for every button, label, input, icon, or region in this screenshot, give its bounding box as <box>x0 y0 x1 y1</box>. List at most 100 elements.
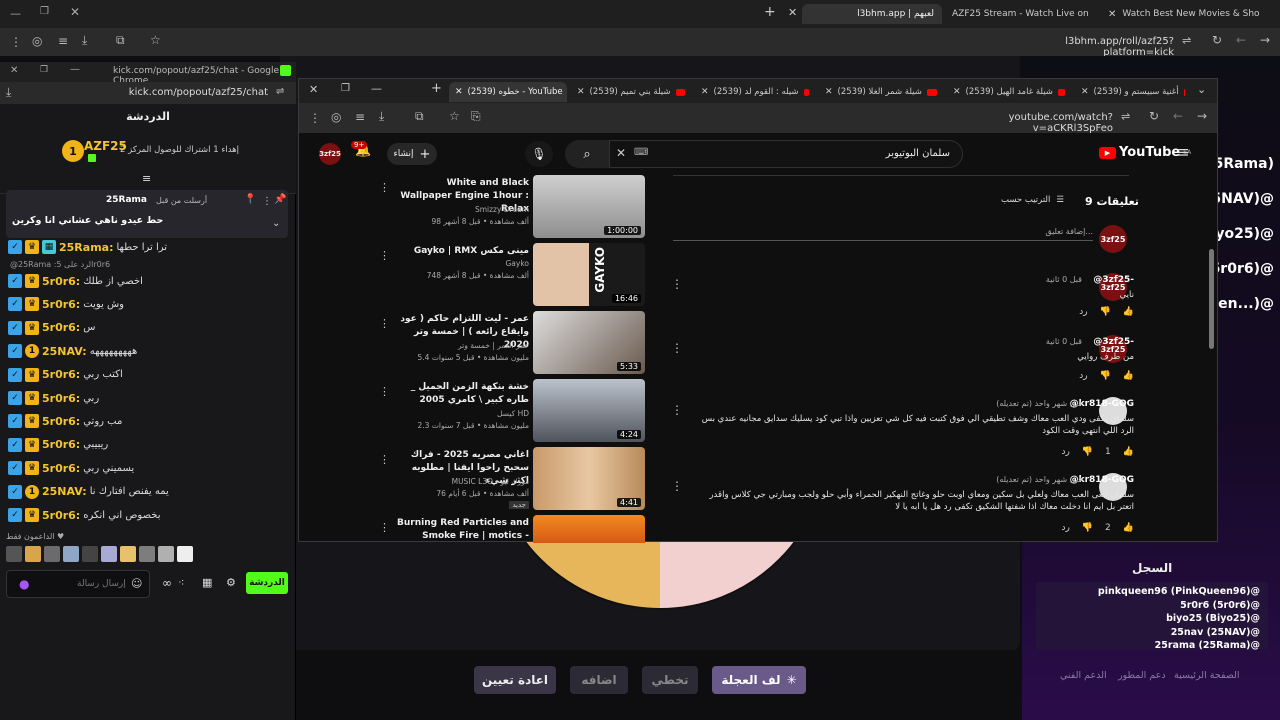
avatar[interactable] <box>6 546 22 562</box>
chat-username[interactable]: 25Rama: <box>59 241 113 254</box>
avatar[interactable] <box>63 546 79 562</box>
infinity-icon[interactable]: ∞ <box>162 576 172 590</box>
video-channel[interactable]: Gayko <box>393 259 529 268</box>
footer-tech-support-link[interactable]: الدعم الفني <box>1060 670 1107 681</box>
new-tab-icon[interactable]: + <box>764 4 776 20</box>
video-thumbnail[interactable]: 4:24 <box>533 379 645 442</box>
more-icon[interactable]: ⋮ <box>671 479 683 493</box>
extensions-icon[interactable]: ⧉ <box>116 33 125 48</box>
chat-address[interactable]: kick.com/popout/azf25/chat <box>120 87 268 98</box>
chat-username[interactable]: 5r0r6: <box>42 275 80 288</box>
dislike-icon[interactable]: 👎 <box>1100 371 1111 381</box>
comment-author[interactable]: @kr818-GOG <box>1070 475 1134 485</box>
site-settings-icon[interactable]: ⇌ <box>1182 34 1191 47</box>
avatar[interactable] <box>158 546 174 562</box>
download-icon[interactable]: ⤓ <box>379 109 384 124</box>
comment-author[interactable]: @kr818-GOG <box>1070 399 1134 409</box>
store-icon[interactable]: ▦ <box>202 576 212 589</box>
reply-button[interactable]: رد <box>1061 447 1069 457</box>
chevron-down-icon[interactable]: ⌄ <box>272 218 280 229</box>
rec-video[interactable]: GAYKO 16:46 Gayko | RMX مينى مكس Gayko 7… <box>299 243 669 309</box>
tab-l3bhm[interactable]: l3bhm.app | لعبهم <box>802 4 942 24</box>
site-settings-icon[interactable]: ⇌ <box>276 86 284 97</box>
avatar[interactable]: 3zf25 <box>1099 225 1127 253</box>
reply-button[interactable]: رد <box>1079 371 1087 381</box>
tab-movies[interactable]: ✕ Watch Best New Movies & Sho <box>1100 4 1265 24</box>
back-icon[interactable]: → <box>1197 109 1207 123</box>
window-restore-icon[interactable]: ❐ <box>341 83 350 94</box>
chat-username[interactable]: 5r0r6: <box>42 368 80 381</box>
site-settings-icon[interactable]: ⇌ <box>1121 110 1130 123</box>
window-restore-icon[interactable]: ❐ <box>40 65 48 75</box>
window-minimize-icon[interactable]: — <box>371 82 382 95</box>
gear-icon[interactable]: ⚙ <box>226 576 236 589</box>
bg-address-bar[interactable]: l3bhm.app/roll/azf25?platform=kick <box>1010 36 1174 58</box>
bookmark-star-icon[interactable]: ☆ <box>449 109 460 123</box>
window-restore-icon[interactable]: ❐ <box>40 6 49 17</box>
comment-author[interactable]: @3zf25- <box>1093 337 1134 347</box>
tab-close-icon[interactable]: ✕ <box>953 87 961 97</box>
yt-tab[interactable]: ✕ (2539) شيلة شمر الغلا <box>819 82 943 102</box>
reload-icon[interactable]: ↻ <box>1212 33 1222 47</box>
more-icon[interactable]: ⋮ <box>379 317 390 330</box>
like-icon[interactable]: 👍 <box>1123 307 1134 317</box>
video-thumbnail[interactable] <box>533 515 645 543</box>
footer-home-link[interactable]: الصفحة الرئيسية <box>1174 670 1240 681</box>
tab-share-icon[interactable]: ⎘ <box>471 109 481 124</box>
more-icon[interactable]: ⋮ <box>671 403 683 417</box>
add-button[interactable]: اضافه <box>570 666 628 694</box>
reply-button[interactable]: رد <box>1079 307 1087 317</box>
avatar[interactable] <box>44 546 60 562</box>
clear-search-icon[interactable]: ✕ <box>616 146 626 160</box>
download-icon[interactable]: ⤓ <box>82 33 87 48</box>
video-title[interactable]: Gayko | RMX مينى مكس <box>393 245 529 258</box>
video-channel[interactable]: MUSIC L3O - موزك ليو <box>393 477 529 486</box>
emoji-icon[interactable]: ☺ <box>131 577 142 590</box>
search-icon[interactable]: ⌕ <box>565 140 609 168</box>
menu-dots-icon[interactable]: ⋮ <box>10 35 22 49</box>
video-channel[interactable]: كيسل HD <box>393 409 529 418</box>
account-icon[interactable]: ◎ <box>32 34 42 48</box>
video-channel[interactable]: عمر العمر | خمسة وتر <box>393 341 529 350</box>
avatar[interactable] <box>120 546 136 562</box>
avatar[interactable] <box>82 546 98 562</box>
account-icon[interactable]: ◎ <box>331 110 341 124</box>
like-icon[interactable]: 👍 <box>1123 447 1134 457</box>
account-avatar[interactable]: 3zf25 <box>319 143 341 165</box>
video-title[interactable]: Burning Red Particles and Smoke Fire | m… <box>393 517 529 543</box>
avatar[interactable] <box>1099 473 1127 501</box>
more-icon[interactable]: ⋮ <box>379 385 390 398</box>
dislike-icon[interactable]: 👎 <box>1100 307 1111 317</box>
voice-search-icon[interactable]: 🎙 <box>525 141 553 167</box>
skip-button[interactable]: تخطي <box>642 666 698 694</box>
video-thumbnail[interactable]: 1:00:00 <box>533 175 645 238</box>
yt-tab[interactable]: ✕ (2539) شيله : القوم لد <box>695 82 815 102</box>
scrollbar-thumb[interactable] <box>1209 249 1214 349</box>
new-tab-icon[interactable]: + <box>431 81 442 96</box>
more-icon[interactable]: ⋮ <box>671 277 683 291</box>
dislike-icon[interactable]: 👎 <box>1082 523 1093 533</box>
avatar[interactable] <box>1099 397 1127 425</box>
tab-close-icon[interactable]: ✕ <box>788 6 797 19</box>
reply-button[interactable]: رد <box>1061 523 1069 533</box>
tab-close-icon[interactable]: ✕ <box>825 87 833 97</box>
reload-icon[interactable]: ↻ <box>1149 109 1159 123</box>
video-thumbnail[interactable]: 4:41 <box>533 447 645 510</box>
window-close-icon[interactable]: ✕ <box>70 5 80 19</box>
avatar[interactable] <box>139 546 155 562</box>
yt-tab[interactable]: ✕ (2539) شيلة غامد الهيل <box>947 82 1071 102</box>
forward-icon[interactable]: ← <box>1236 33 1246 47</box>
create-button[interactable]: إنشاء + <box>387 143 437 165</box>
cast-icon[interactable]: ≡ <box>58 34 68 48</box>
avatar[interactable] <box>177 546 193 562</box>
apps-icon[interactable]: ⁖ <box>178 576 184 589</box>
mic-icon[interactable]: ● <box>19 577 29 591</box>
like-icon[interactable]: 👍 <box>1123 371 1134 381</box>
tab-close-icon[interactable]: ✕ <box>577 87 585 97</box>
video-title[interactable]: خشة بنكهة الزمن الجميل _ طاره كبير \ كام… <box>393 381 529 407</box>
hamburger-menu-icon[interactable]: ≡ <box>1177 143 1190 161</box>
chat-username[interactable]: 5r0r6: <box>42 392 80 405</box>
back-icon[interactable]: → <box>1260 33 1270 47</box>
chat-username[interactable]: 5r0r6: <box>42 415 80 428</box>
spin-wheel-button[interactable]: لف العجلة ✳ <box>712 666 806 694</box>
